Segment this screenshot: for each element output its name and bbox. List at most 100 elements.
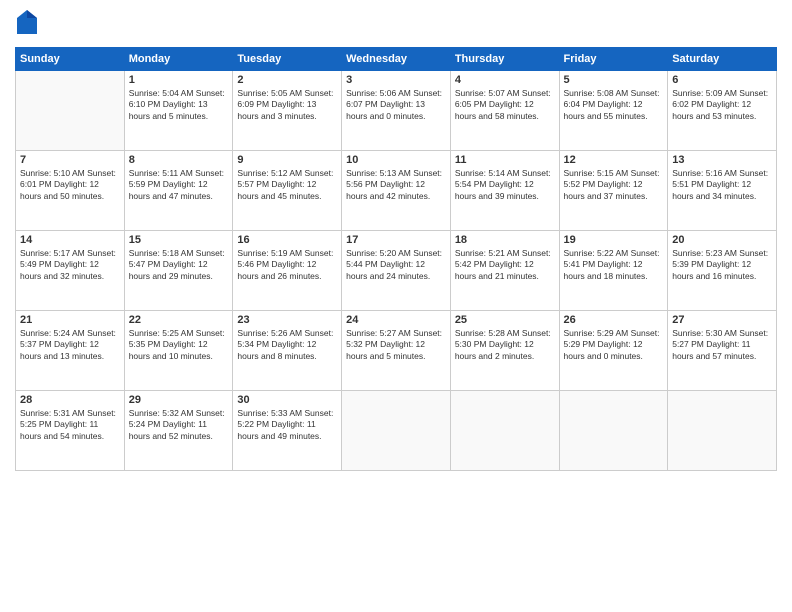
day-info: Sunrise: 5:12 AM Sunset: 5:57 PM Dayligh…	[237, 168, 337, 202]
day-cell: 26 Sunrise: 5:29 AM Sunset: 5:29 PM Dayli…	[559, 310, 668, 390]
week-row-2: 14 Sunrise: 5:17 AM Sunset: 5:49 PM Dayli…	[16, 230, 777, 310]
day-cell: 19 Sunrise: 5:22 AM Sunset: 5:41 PM Dayli…	[559, 230, 668, 310]
week-row-4: 28 Sunrise: 5:31 AM Sunset: 5:25 PM Dayli…	[16, 390, 777, 470]
logo	[15, 10, 37, 39]
weekday-header-wednesday: Wednesday	[342, 47, 451, 70]
day-info: Sunrise: 5:17 AM Sunset: 5:49 PM Dayligh…	[20, 248, 120, 282]
day-cell: 11Sunrise: 5:14 AM Sunset: 5:54 PM Dayli…	[450, 150, 559, 230]
day-cell: 10 Sunrise: 5:13 AM Sunset: 5:56 PM Dayli…	[342, 150, 451, 230]
day-number: 29	[129, 394, 229, 406]
day-cell: 5Sunrise: 5:08 AM Sunset: 6:04 PM Daylig…	[559, 70, 668, 150]
day-cell: 28 Sunrise: 5:31 AM Sunset: 5:25 PM Dayli…	[16, 390, 125, 470]
day-cell: 9 Sunrise: 5:12 AM Sunset: 5:57 PM Daylig…	[233, 150, 342, 230]
day-number: 18	[455, 234, 555, 246]
week-row-3: 21 Sunrise: 5:24 AM Sunset: 5:37 PM Dayli…	[16, 310, 777, 390]
calendar-table: SundayMondayTuesdayWednesdayThursdayFrid…	[15, 47, 777, 471]
day-cell	[450, 390, 559, 470]
day-info: Sunrise: 5:23 AM Sunset: 5:39 PM Dayligh…	[672, 248, 772, 282]
day-number: 1	[129, 74, 229, 86]
day-cell: 18 Sunrise: 5:21 AM Sunset: 5:42 PM Dayli…	[450, 230, 559, 310]
day-number: 20	[672, 234, 772, 246]
day-info: Sunrise: 5:21 AM Sunset: 5:42 PM Dayligh…	[455, 248, 555, 282]
day-cell: 2Sunrise: 5:05 AM Sunset: 6:09 PM Daylig…	[233, 70, 342, 150]
day-info: Sunrise: 5:19 AM Sunset: 5:46 PM Dayligh…	[237, 248, 337, 282]
calendar-body: 1 Sunrise: 5:04 AM Sunset: 6:10 PM Daylig…	[16, 70, 777, 470]
day-number: 7	[20, 154, 120, 166]
day-info: Sunrise: 5:11 AM Sunset: 5:59 PM Dayligh…	[129, 168, 229, 202]
day-cell: 6Sunrise: 5:09 AM Sunset: 6:02 PM Daylig…	[668, 70, 777, 150]
weekday-header-monday: Monday	[124, 47, 233, 70]
day-number: 24	[346, 314, 446, 326]
header	[15, 10, 777, 39]
day-cell: 29 Sunrise: 5:32 AM Sunset: 5:24 PM Dayli…	[124, 390, 233, 470]
day-number: 12	[564, 154, 664, 166]
day-number: 13	[672, 154, 772, 166]
day-info: Sunrise: 5:16 AM Sunset: 5:51 PM Dayligh…	[672, 168, 772, 202]
day-info: Sunrise: 5:24 AM Sunset: 5:37 PM Dayligh…	[20, 328, 120, 362]
day-cell: 25 Sunrise: 5:28 AM Sunset: 5:30 PM Dayli…	[450, 310, 559, 390]
day-cell: 7 Sunrise: 5:10 AM Sunset: 6:01 PM Daylig…	[16, 150, 125, 230]
day-cell: 1 Sunrise: 5:04 AM Sunset: 6:10 PM Daylig…	[124, 70, 233, 150]
day-number: 21	[20, 314, 120, 326]
day-cell	[16, 70, 125, 150]
day-info: Sunrise: 5:28 AM Sunset: 5:30 PM Dayligh…	[455, 328, 555, 362]
week-row-0: 1 Sunrise: 5:04 AM Sunset: 6:10 PM Daylig…	[16, 70, 777, 150]
day-cell: 22 Sunrise: 5:25 AM Sunset: 5:35 PM Dayli…	[124, 310, 233, 390]
day-number: 10	[346, 154, 446, 166]
day-number: 23	[237, 314, 337, 326]
day-cell	[559, 390, 668, 470]
day-number: 19	[564, 234, 664, 246]
day-number: 27	[672, 314, 772, 326]
day-cell: 30 Sunrise: 5:33 AM Sunset: 5:22 PM Dayli…	[233, 390, 342, 470]
day-cell: 27 Sunrise: 5:30 AM Sunset: 5:27 PM Dayli…	[668, 310, 777, 390]
day-info: Sunrise: 5:29 AM Sunset: 5:29 PM Dayligh…	[564, 328, 664, 362]
day-cell: 23 Sunrise: 5:26 AM Sunset: 5:34 PM Dayli…	[233, 310, 342, 390]
page-container: SundayMondayTuesdayWednesdayThursdayFrid…	[0, 0, 792, 481]
day-number: 9	[237, 154, 337, 166]
day-info: Sunrise: 5:22 AM Sunset: 5:41 PM Dayligh…	[564, 248, 664, 282]
day-info: Sunrise: 5:26 AM Sunset: 5:34 PM Dayligh…	[237, 328, 337, 362]
logo-icon	[17, 10, 37, 34]
day-info: Sunrise: 5:27 AM Sunset: 5:32 PM Dayligh…	[346, 328, 446, 362]
day-info: Sunrise: 5:04 AM Sunset: 6:10 PM Dayligh…	[129, 88, 229, 122]
weekday-header-friday: Friday	[559, 47, 668, 70]
day-cell: 17Sunrise: 5:20 AM Sunset: 5:44 PM Dayli…	[342, 230, 451, 310]
calendar-header: SundayMondayTuesdayWednesdayThursdayFrid…	[16, 47, 777, 70]
weekday-header-saturday: Saturday	[668, 47, 777, 70]
day-number: 25	[455, 314, 555, 326]
day-info: Sunrise: 5:20 AM Sunset: 5:44 PM Dayligh…	[346, 248, 446, 282]
day-info: Sunrise: 5:32 AM Sunset: 5:24 PM Dayligh…	[129, 408, 229, 442]
day-cell: 15 Sunrise: 5:18 AM Sunset: 5:47 PM Dayli…	[124, 230, 233, 310]
day-info: Sunrise: 5:31 AM Sunset: 5:25 PM Dayligh…	[20, 408, 120, 442]
day-cell: 8 Sunrise: 5:11 AM Sunset: 5:59 PM Daylig…	[124, 150, 233, 230]
day-info: Sunrise: 5:18 AM Sunset: 5:47 PM Dayligh…	[129, 248, 229, 282]
day-number: 8	[129, 154, 229, 166]
day-number: 15	[129, 234, 229, 246]
day-info: Sunrise: 5:25 AM Sunset: 5:35 PM Dayligh…	[129, 328, 229, 362]
day-number: 11	[455, 154, 555, 166]
day-info: Sunrise: 5:13 AM Sunset: 5:56 PM Dayligh…	[346, 168, 446, 202]
day-number: 26	[564, 314, 664, 326]
day-number: 22	[129, 314, 229, 326]
day-info: Sunrise: 5:15 AM Sunset: 5:52 PM Dayligh…	[564, 168, 664, 202]
day-info: Sunrise: 5:07 AM Sunset: 6:05 PM Dayligh…	[455, 88, 555, 122]
week-row-1: 7 Sunrise: 5:10 AM Sunset: 6:01 PM Daylig…	[16, 150, 777, 230]
weekday-row: SundayMondayTuesdayWednesdayThursdayFrid…	[16, 47, 777, 70]
day-number: 14	[20, 234, 120, 246]
day-cell: 20 Sunrise: 5:23 AM Sunset: 5:39 PM Dayli…	[668, 230, 777, 310]
day-info: Sunrise: 5:06 AM Sunset: 6:07 PM Dayligh…	[346, 88, 446, 122]
day-number: 6	[672, 74, 772, 86]
day-number: 30	[237, 394, 337, 406]
day-number: 3	[346, 74, 446, 86]
day-info: Sunrise: 5:33 AM Sunset: 5:22 PM Dayligh…	[237, 408, 337, 442]
day-info: Sunrise: 5:10 AM Sunset: 6:01 PM Dayligh…	[20, 168, 120, 202]
day-cell: 13 Sunrise: 5:16 AM Sunset: 5:51 PM Dayli…	[668, 150, 777, 230]
day-number: 16	[237, 234, 337, 246]
day-cell: 14 Sunrise: 5:17 AM Sunset: 5:49 PM Dayli…	[16, 230, 125, 310]
weekday-header-thursday: Thursday	[450, 47, 559, 70]
day-cell: 4Sunrise: 5:07 AM Sunset: 6:05 PM Daylig…	[450, 70, 559, 150]
day-number: 2	[237, 74, 337, 86]
day-info: Sunrise: 5:30 AM Sunset: 5:27 PM Dayligh…	[672, 328, 772, 362]
day-number: 28	[20, 394, 120, 406]
day-cell: 24 Sunrise: 5:27 AM Sunset: 5:32 PM Dayli…	[342, 310, 451, 390]
